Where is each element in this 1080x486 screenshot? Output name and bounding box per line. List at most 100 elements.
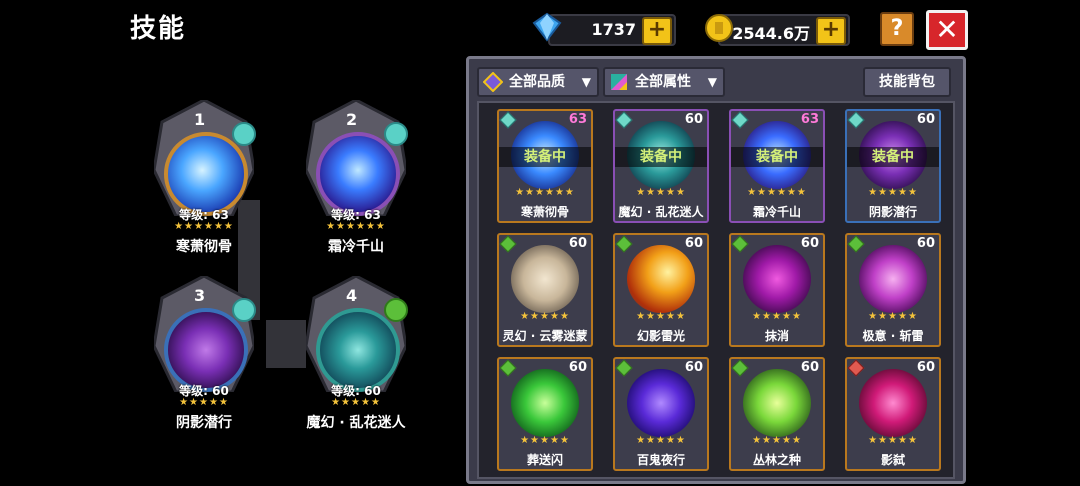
slot-name: 魔幻 · 乱花迷人 xyxy=(306,415,406,431)
card-name: 阴影潜行 xyxy=(868,205,917,219)
skill-card[interactable]: 60 ★★★★★ 百鬼夜行 xyxy=(613,357,709,471)
skill-card[interactable]: 60 装备中 ★★★★★ 阴影潜行 xyxy=(845,109,941,223)
jungle-seed-skill-icon xyxy=(743,369,811,437)
card-name: 寒萧彻骨 xyxy=(520,205,569,219)
gold-currency: 2544.6万 + xyxy=(718,14,850,46)
card-level: 60 xyxy=(568,236,587,251)
skill-card[interactable]: 60 ★★★★★ 抹消 xyxy=(729,233,825,347)
card-level: 60 xyxy=(568,360,587,375)
card-name: 葬送闪 xyxy=(526,453,563,467)
equipped-badge: 装备中 xyxy=(731,147,823,167)
slot-stars: ★★★★★ xyxy=(331,397,381,408)
slot-stars: ★★★★★ xyxy=(179,397,229,408)
equipped-badge: 装备中 xyxy=(847,147,939,167)
slot-number: 2 xyxy=(346,110,358,129)
add-gems-button[interactable]: + xyxy=(642,17,672,45)
page-title: 技能 xyxy=(130,14,187,44)
skill-inventory-panel: 全部品质 ▼ 全部属性 ▼ 技能背包 63 装备中 ★★★★★★ 寒萧彻骨 60… xyxy=(466,56,966,484)
element-gem-icon xyxy=(232,122,256,146)
element-gem-icon xyxy=(847,111,865,129)
element-gem-icon xyxy=(731,111,749,129)
skill-card[interactable]: 60 ★★★★★ 幻影雷光 xyxy=(613,233,709,347)
element-gem-icon xyxy=(847,359,865,377)
slot-number: 1 xyxy=(194,110,206,129)
element-gem-icon xyxy=(615,235,633,253)
skill-card[interactable]: 60 ★★★★★ 丛林之种 xyxy=(729,357,825,471)
skill-grid: 63 装备中 ★★★★★★ 寒萧彻骨 60 装备中 ★★★★★ 魔幻 · 乱花迷… xyxy=(477,101,955,479)
card-level: 60 xyxy=(800,236,819,251)
hexagram-skill-icon xyxy=(859,369,927,437)
frost-skill-icon xyxy=(316,132,400,216)
card-name: 百鬼夜行 xyxy=(636,453,685,467)
equipped-slot-2[interactable]: 2 等级: 63 ★★★★★★ 霜冷千山 xyxy=(298,100,408,260)
card-level: 63 xyxy=(568,112,587,127)
skill-card[interactable]: 60 ★★★★★ 极意 · 斩雷 xyxy=(845,233,941,347)
gold-count: 2544.6万 xyxy=(732,24,810,43)
equipped-badge: 装备中 xyxy=(615,147,707,167)
card-stars: ★★★★★ xyxy=(868,187,918,198)
card-name: 幻影雷光 xyxy=(636,329,685,343)
slot-stars: ★★★★★★ xyxy=(326,221,386,232)
help-button[interactable]: ? xyxy=(880,12,914,46)
card-stars: ★★★★★ xyxy=(636,311,686,322)
quality-filter-dropdown[interactable]: 全部品质 ▼ xyxy=(477,67,599,97)
card-name: 魔幻 · 乱花迷人 xyxy=(618,205,704,219)
thunder-slash-skill-icon xyxy=(859,245,927,313)
card-level: 60 xyxy=(916,360,935,375)
slot-name: 霜冷千山 xyxy=(328,239,384,255)
quality-gem-icon xyxy=(483,72,503,92)
gem-currency: 1737 + xyxy=(548,14,676,46)
card-name: 灵幻 · 云雾迷蒙 xyxy=(502,329,588,343)
card-name: 丛林之种 xyxy=(752,453,801,467)
element-gem-icon xyxy=(499,111,517,129)
card-stars: ★★★★★ xyxy=(636,435,686,446)
element-gem-icon xyxy=(499,235,517,253)
card-stars: ★★★★★ xyxy=(752,435,802,446)
chevron-down-icon: ▼ xyxy=(581,75,591,89)
skill-bag-button[interactable]: 技能背包 xyxy=(863,67,951,97)
equipped-slot-3[interactable]: 3 等级: 60 ★★★★★ 阴影潜行 xyxy=(146,276,256,436)
skill-card[interactable]: 60 装备中 ★★★★★ 魔幻 · 乱花迷人 xyxy=(613,109,709,223)
slot-number: 4 xyxy=(346,286,358,305)
skill-card[interactable]: 63 装备中 ★★★★★★ 寒萧彻骨 xyxy=(497,109,593,223)
ice-skill-icon xyxy=(164,132,248,216)
card-stars: ★★★★★ xyxy=(520,311,570,322)
card-stars: ★★★★★ xyxy=(752,311,802,322)
skill-card[interactable]: 63 装备中 ★★★★★★ 霜冷千山 xyxy=(729,109,825,223)
slot-name: 阴影潜行 xyxy=(176,415,232,431)
slot-number: 3 xyxy=(194,286,206,305)
element-gem-icon xyxy=(731,359,749,377)
skill-card[interactable]: 60 ★★★★★ 灵幻 · 云雾迷蒙 xyxy=(497,233,593,347)
chevron-down-icon: ▼ xyxy=(707,75,717,89)
slot-stars: ★★★★★★ xyxy=(174,221,234,232)
element-gem-icon xyxy=(847,235,865,253)
card-stars: ★★★★★★ xyxy=(515,187,575,198)
card-level: 63 xyxy=(800,112,819,127)
element-gem-icon xyxy=(232,298,256,322)
attribute-filter-dropdown[interactable]: 全部属性 ▼ xyxy=(603,67,725,97)
card-level: 60 xyxy=(684,112,703,127)
element-gem-icon xyxy=(384,122,408,146)
quality-filter-label: 全部品质 xyxy=(509,74,565,90)
equipped-slot-1[interactable]: 1 等级: 63 ★★★★★★ 寒萧彻骨 xyxy=(146,100,256,260)
card-level: 60 xyxy=(916,236,935,251)
card-name: 影弑 xyxy=(880,453,905,467)
attribute-prism-icon xyxy=(611,74,627,90)
equipped-badge: 装备中 xyxy=(499,147,591,167)
element-gem-icon xyxy=(731,235,749,253)
card-name: 霜冷千山 xyxy=(752,205,801,219)
skill-card[interactable]: 60 ★★★★★ 影弑 xyxy=(845,357,941,471)
add-gold-button[interactable]: + xyxy=(816,17,846,45)
close-button[interactable]: ✕ xyxy=(926,10,968,50)
element-gem-icon xyxy=(384,298,408,322)
card-level: 60 xyxy=(684,360,703,375)
card-stars: ★★★★★ xyxy=(636,187,686,198)
equipped-slot-4[interactable]: 4 等级: 60 ★★★★★ 魔幻 · 乱花迷人 xyxy=(298,276,408,436)
shadow-skill-icon xyxy=(164,308,248,392)
element-gem-icon xyxy=(499,359,517,377)
element-gem-icon xyxy=(615,359,633,377)
skill-card[interactable]: 60 ★★★★★ 葬送闪 xyxy=(497,357,593,471)
cloud-skill-icon xyxy=(511,245,579,313)
diamond-icon xyxy=(532,12,562,42)
card-stars: ★★★★★ xyxy=(868,311,918,322)
